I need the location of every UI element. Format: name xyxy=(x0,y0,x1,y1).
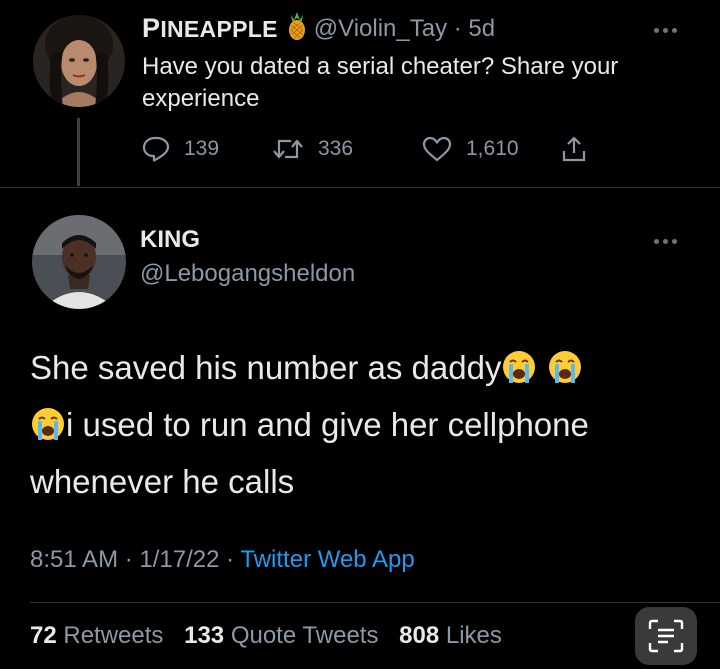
main-text-part2: i used to run and give her cellphone whe… xyxy=(30,406,589,500)
share-button[interactable] xyxy=(560,135,602,163)
retweet-button[interactable]: 336 xyxy=(272,136,422,162)
quote-tweets-label: Quote Tweets xyxy=(230,622,379,649)
scan-text-button[interactable] xyxy=(635,607,697,665)
share-icon xyxy=(562,136,586,162)
pineapple-icon xyxy=(286,12,308,45)
like-count: 1,610 xyxy=(466,137,519,160)
reply-icon xyxy=(142,136,170,162)
reply-count: 139 xyxy=(184,137,220,160)
tweet-time[interactable]: 8:51 AM xyxy=(30,546,118,573)
parent-handle[interactable]: @Violin_Tay xyxy=(314,15,447,42)
retweet-count: 336 xyxy=(318,137,354,160)
crying-face-icon xyxy=(501,348,537,399)
parent-header: PINEAPPLE @Violin_Tay · 5d xyxy=(142,12,495,45)
main-avatar[interactable] xyxy=(32,215,126,309)
tweet-detail-screen: PINEAPPLE @Violin_Tay · 5d Have you date… xyxy=(0,0,720,669)
retweets-count: 72 xyxy=(30,622,57,649)
quote-tweets-stat[interactable]: 133 Quote Tweets xyxy=(184,622,378,649)
timestamp-separator: · xyxy=(226,546,235,573)
stats-divider xyxy=(30,602,720,603)
crying-face-icon xyxy=(30,405,66,456)
parent-more-icon[interactable] xyxy=(654,28,677,33)
scan-text-icon xyxy=(648,619,684,653)
likes-label: Likes xyxy=(445,622,502,649)
tweet-date[interactable]: 1/17/22 xyxy=(139,546,219,573)
engagement-stats: 72 Retweets 133 Quote Tweets 808 Likes xyxy=(30,622,516,650)
timestamp-row: 8:51 AM · 1/17/22 · Twitter Web App xyxy=(30,546,415,574)
likes-stat[interactable]: 808 Likes xyxy=(399,622,502,649)
parent-display-name[interactable]: PINEAPPLE xyxy=(142,13,278,44)
like-button[interactable]: 1,610 xyxy=(422,136,560,162)
main-handle[interactable]: @Lebogangsheldon xyxy=(140,260,355,288)
thread-line xyxy=(77,118,80,186)
parent-age[interactable]: 5d xyxy=(468,15,495,42)
main-tweet-text: She saved his number as daddy i used to … xyxy=(30,342,700,507)
main-text-part1: She saved his number as daddy xyxy=(30,349,502,386)
retweet-icon xyxy=(273,139,303,159)
parent-tweet-text: Have you dated a serial cheater? Share y… xyxy=(142,53,619,112)
reply-button[interactable]: 139 xyxy=(142,136,272,162)
tweet-divider xyxy=(0,187,720,188)
timestamp-separator: · xyxy=(124,546,133,573)
retweets-label: Retweets xyxy=(63,622,164,649)
source-link[interactable]: Twitter Web App xyxy=(240,546,414,573)
parent-avatar[interactable] xyxy=(33,15,125,107)
retweets-stat[interactable]: 72 Retweets xyxy=(30,622,163,649)
quote-tweets-count: 133 xyxy=(184,622,225,649)
crying-face-icon xyxy=(547,348,583,399)
main-display-name[interactable]: KING xyxy=(140,226,200,254)
meta-separator: · xyxy=(453,14,462,42)
likes-count: 808 xyxy=(399,622,440,649)
parent-actions: 139 336 1,610 xyxy=(142,132,602,166)
heart-icon xyxy=(422,136,452,162)
main-more-icon[interactable] xyxy=(654,239,677,244)
